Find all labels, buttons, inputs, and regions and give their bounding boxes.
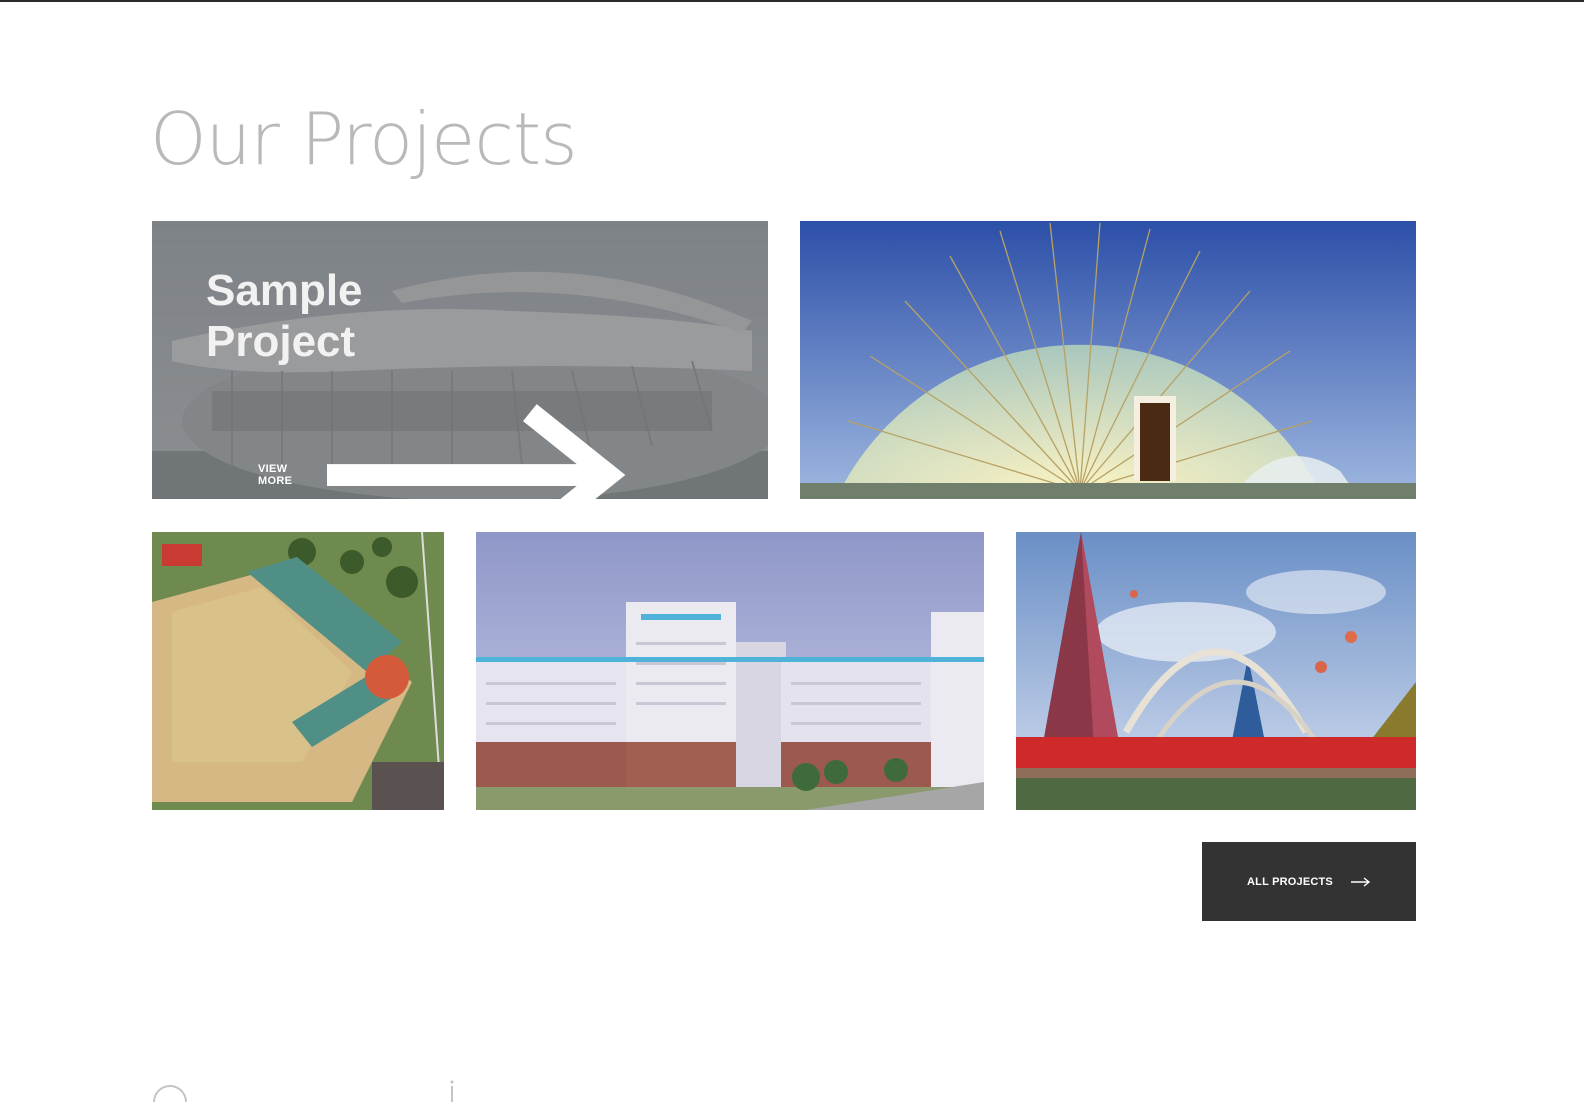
next-section-heading-partial	[152, 1078, 472, 1102]
top-divider	[0, 0, 1584, 2]
pyramid-gateway-image	[1016, 532, 1416, 810]
view-more-link[interactable]: VIEW MORE	[258, 397, 639, 499]
project-card-aerial[interactable]	[152, 532, 444, 810]
view-more-label: VIEW MORE	[258, 463, 293, 488]
arrow-right-icon	[1350, 876, 1371, 887]
arrow-right-icon	[326, 404, 626, 499]
glass-dome-image	[800, 221, 1416, 499]
section-title: Our Projects	[150, 97, 578, 181]
all-projects-label: ALL PROJECTS	[1247, 875, 1333, 888]
aerial-complex-image	[152, 532, 444, 810]
all-projects-button[interactable]: ALL PROJECTS	[1202, 842, 1416, 921]
project-card-dome[interactable]	[800, 221, 1416, 499]
residential-towers-image	[476, 532, 984, 810]
project-card-sample[interactable]: Sample Project VIEW MORE	[152, 221, 768, 499]
project-card-residential[interactable]	[476, 532, 984, 810]
project-card-gateway[interactable]	[1016, 532, 1416, 810]
project-caption: Sample Project	[206, 266, 363, 366]
